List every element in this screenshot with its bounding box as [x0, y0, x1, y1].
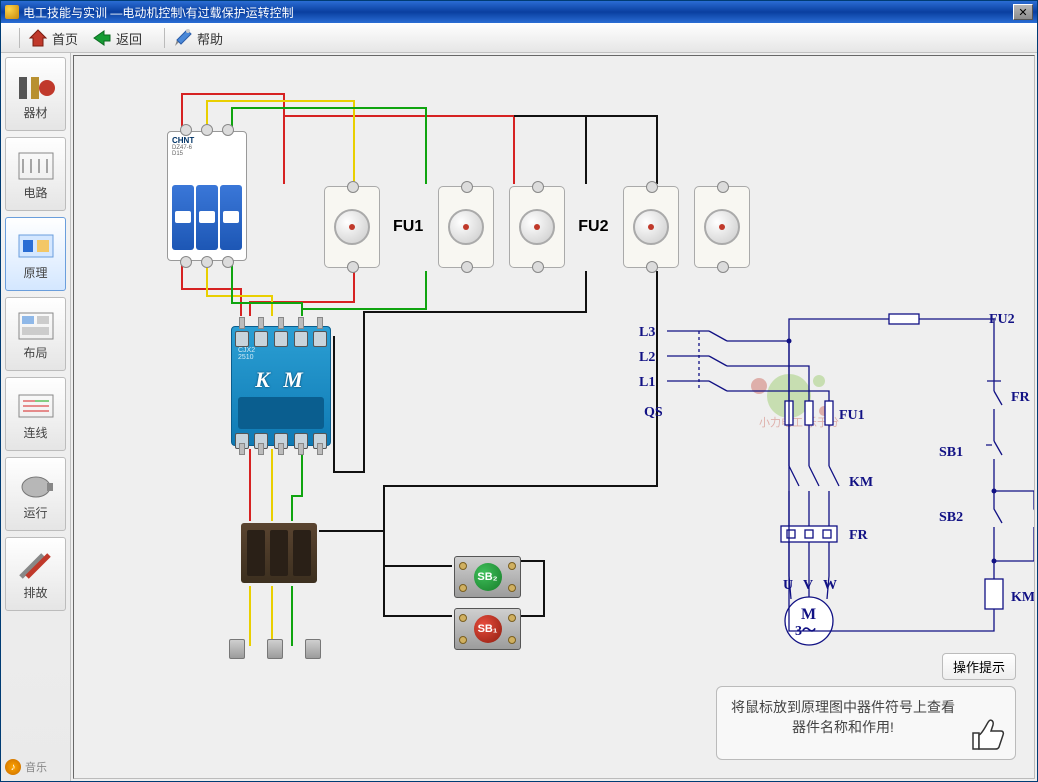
sidebar-item-label: 布局 — [23, 344, 47, 361]
breaker-brand: CHNT — [172, 136, 242, 145]
help-icon — [173, 28, 193, 48]
svg-text:L1: L1 — [639, 375, 655, 390]
km-label: K M — [232, 367, 330, 393]
fuse-row: FU1 FU2 — [324, 186, 750, 268]
motor-icon — [16, 468, 56, 504]
svg-text:W: W — [823, 578, 837, 593]
svg-text:SB2: SB2 — [939, 510, 963, 525]
canvas[interactable]: CHNT DZ47-6D15 FU1 FU2 CJX22510 K M — [73, 55, 1035, 779]
svg-text:M: M — [801, 606, 816, 623]
svg-text:FR: FR — [1011, 390, 1031, 405]
pushbutton-panel: SB₂ SB₁ — [454, 556, 519, 660]
contactor-km[interactable]: CJX22510 K M — [231, 326, 331, 446]
ground-terminals[interactable] — [229, 639, 321, 659]
help-button[interactable]: 帮助 — [173, 28, 223, 48]
hint-text: 将鼠标放到原理图中器件符号上查看器件名称和作用! — [731, 699, 955, 735]
home-label: 首页 — [52, 29, 78, 48]
thumbs-up-icon — [965, 711, 1007, 753]
toolbar: 首页 返回 帮助 — [1, 23, 1037, 53]
music-icon: ♪ — [5, 759, 21, 775]
svg-text:QS: QS — [644, 405, 663, 420]
fuse-fu2-b[interactable] — [694, 186, 750, 268]
back-button[interactable]: 返回 — [92, 28, 142, 48]
svg-text:FR: FR — [849, 528, 869, 543]
schematic-diagram[interactable]: L3 L2 L1 QS FU2 — [639, 311, 1035, 661]
sidebar-item-principle[interactable]: 原理 — [5, 217, 66, 291]
sb1-cap: SB₁ — [474, 615, 502, 643]
fu2-label: FU2 — [578, 186, 608, 268]
hint-title[interactable]: 操作提示 — [942, 653, 1016, 680]
svg-text:U: U — [783, 578, 793, 593]
back-label: 返回 — [116, 29, 142, 48]
svg-text:FU1: FU1 — [839, 408, 865, 423]
layout-icon — [16, 308, 56, 344]
hint-body: 将鼠标放到原理图中器件符号上查看器件名称和作用! — [716, 686, 1016, 760]
circuit-breaker[interactable]: CHNT DZ47-6D15 — [167, 131, 247, 261]
circuit-icon — [16, 148, 56, 184]
sidebar-item-wiring[interactable]: 连线 — [5, 377, 66, 451]
sidebar: 器材 电路 原理 布局 — [1, 53, 71, 781]
sidebar-item-troubleshoot[interactable]: 排故 — [5, 537, 66, 611]
body: 器材 电路 原理 布局 — [1, 53, 1037, 781]
svg-text:SB1: SB1 — [939, 445, 963, 460]
sidebar-item-layout[interactable]: 布局 — [5, 297, 66, 371]
home-button[interactable]: 首页 — [28, 28, 78, 48]
back-icon — [92, 28, 112, 48]
fuse-fu2-a[interactable] — [623, 186, 679, 268]
music-label: 音乐 — [25, 759, 47, 775]
app-window: 电工技能与实训 —电动机控制\有过载保护运转控制 ✕ 首页 返回 帮助 — [0, 0, 1038, 782]
thermal-relay[interactable] — [241, 523, 317, 583]
sb2-cap: SB₂ — [474, 563, 502, 591]
fuse-fu1-b[interactable] — [438, 186, 494, 268]
sidebar-item-run[interactable]: 运行 — [5, 457, 66, 531]
app-icon — [5, 5, 19, 19]
principle-icon — [16, 228, 56, 264]
svg-text:KM: KM — [849, 475, 873, 490]
fuse-fu1-c[interactable] — [509, 186, 565, 268]
pushbutton-sb2[interactable]: SB₂ — [454, 556, 521, 598]
home-icon — [28, 28, 48, 48]
pushbutton-sb1[interactable]: SB₁ — [454, 608, 521, 650]
sidebar-item-equipment[interactable]: 器材 — [5, 57, 66, 131]
wiring-icon — [16, 388, 56, 424]
sidebar-item-label: 运行 — [23, 504, 47, 521]
music-button[interactable]: ♪ 音乐 — [5, 757, 65, 777]
titlebar: 电工技能与实训 —电动机控制\有过载保护运转控制 ✕ — [1, 1, 1037, 23]
sidebar-item-label: 原理 — [23, 264, 47, 281]
tools-icon — [16, 548, 56, 584]
help-label: 帮助 — [197, 29, 223, 48]
sidebar-item-label: 排故 — [23, 584, 47, 601]
sidebar-item-label: 器材 — [23, 104, 47, 121]
sidebar-item-label: 连线 — [23, 424, 47, 441]
equipment-icon — [16, 68, 56, 104]
fuse-fu1-a[interactable] — [324, 186, 380, 268]
hint-panel: 操作提示 将鼠标放到原理图中器件符号上查看器件名称和作用! — [716, 653, 1016, 760]
window-title: 电工技能与实训 —电动机控制\有过载保护运转控制 — [23, 4, 294, 21]
svg-text:L2: L2 — [639, 350, 655, 365]
sidebar-item-label: 电路 — [23, 184, 47, 201]
svg-text:KM: KM — [1011, 590, 1035, 605]
close-button[interactable]: ✕ — [1013, 4, 1033, 20]
sidebar-item-circuit[interactable]: 电路 — [5, 137, 66, 211]
fu1-label: FU1 — [393, 186, 423, 268]
svg-text:L3: L3 — [639, 325, 655, 340]
svg-text:V: V — [803, 578, 813, 593]
